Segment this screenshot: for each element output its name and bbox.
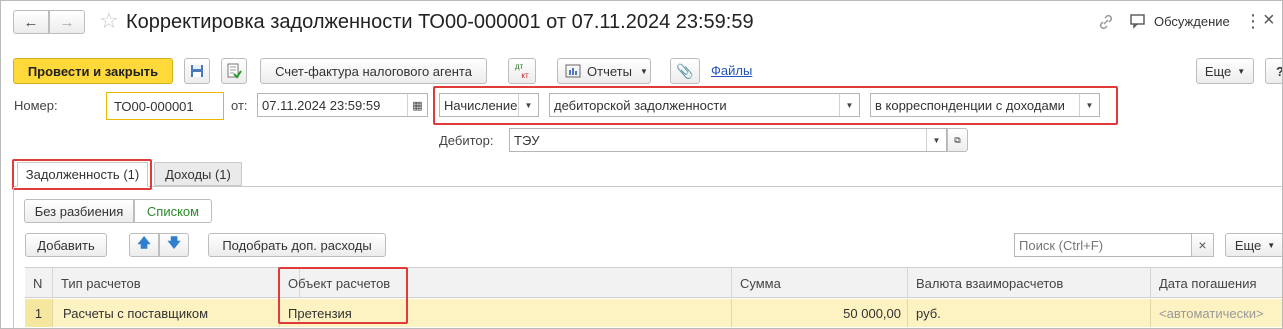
move-down-button[interactable]: 🡇: [159, 233, 189, 257]
close-icon[interactable]: ×: [1263, 9, 1275, 31]
col-payment-date[interactable]: Дата погашения: [1151, 268, 1282, 298]
cell-settlement-type: Расчеты с поставщиком: [53, 299, 280, 327]
cell-sum: 50 000,00: [732, 299, 908, 327]
forward-button[interactable]: →: [49, 10, 85, 34]
arrow-left-icon: ←: [23, 13, 39, 31]
view-list-button[interactable]: Списком: [134, 199, 212, 223]
close-icon: ×: [1198, 237, 1207, 253]
add-row-button[interactable]: Добавить: [25, 233, 107, 257]
post-button[interactable]: [221, 58, 247, 84]
calendar-icon[interactable]: ▦: [407, 94, 427, 116]
highlight-tab: [12, 159, 152, 190]
reports-icon: [565, 64, 581, 78]
clear-search-button[interactable]: ×: [1191, 233, 1214, 257]
dt-kt-button[interactable]: дт кт: [508, 58, 536, 84]
favorite-star-icon[interactable]: ☆: [99, 7, 119, 35]
col-settlement-type[interactable]: Тип расчетов: [53, 268, 300, 298]
pick-extra-costs-button[interactable]: Подобрать доп. расходы: [208, 233, 386, 257]
window-menu-icon[interactable]: ⋮: [1244, 11, 1262, 31]
cell-currency: руб.: [908, 299, 1151, 327]
debtor-field[interactable]: ТЭУ ▼: [509, 128, 947, 152]
tax-agent-invoice-button[interactable]: Счет-фактура налогового агента: [260, 58, 487, 84]
tab-income[interactable]: Доходы (1): [154, 162, 242, 186]
discussion-icon[interactable]: [1129, 13, 1147, 29]
cell-n: 1: [25, 299, 53, 327]
paperclip-icon: 📎: [676, 62, 694, 79]
chevron-down-icon: ▼: [1237, 66, 1246, 76]
highlight-settlement-object: [278, 267, 408, 324]
post-and-close-button[interactable]: Провести и закрыть: [13, 58, 173, 84]
view-no-split-button[interactable]: Без разбиения: [24, 199, 134, 223]
chevron-down-icon: ▼: [639, 66, 648, 76]
help-button[interactable]: ?: [1265, 58, 1282, 84]
link-icon[interactable]: [1096, 12, 1116, 32]
date-field[interactable]: 07.11.2024 23:59:59 ▦: [257, 93, 428, 117]
open-debtor-button[interactable]: ⧉: [947, 128, 968, 152]
col-sum[interactable]: Сумма: [732, 268, 908, 298]
debtor-label: Дебитор:: [439, 133, 494, 148]
date-label: от:: [231, 98, 248, 113]
open-icon: ⧉: [954, 134, 961, 145]
reports-button[interactable]: Отчеты ▼: [557, 58, 651, 84]
col-currency[interactable]: Валюта взаиморасчетов: [908, 268, 1151, 298]
back-button[interactable]: ←: [13, 10, 49, 34]
chevron-down-icon: ▼: [1267, 240, 1276, 250]
chevron-down-icon[interactable]: ▼: [926, 129, 946, 151]
arrow-down-icon: 🡇: [167, 235, 181, 250]
move-up-button[interactable]: 🡅: [129, 233, 159, 257]
table-more-button[interactable]: Еще ▼: [1225, 233, 1282, 257]
table-header: N Тип расчетов Объект расчетов Сумма Вал…: [25, 267, 1282, 298]
highlight-operation: [433, 86, 1118, 125]
window-title: Корректировка задолженности ТО00-000001 …: [126, 11, 754, 33]
post-document-icon: [227, 63, 242, 79]
files-link[interactable]: Файлы: [711, 63, 752, 78]
document-window: ← → ☆ Корректировка задолженности ТО00-0…: [0, 0, 1283, 329]
cell-payment-date: <автоматически>: [1159, 305, 1264, 321]
save-icon: [191, 65, 203, 77]
table-row[interactable]: 1 Расчеты с поставщиком Претензия 50 000…: [25, 299, 1282, 327]
attach-button[interactable]: 📎: [670, 58, 700, 84]
discussion-link[interactable]: Обсуждение: [1154, 14, 1230, 29]
number-label: Номер:: [14, 98, 58, 113]
arrow-up-icon: 🡅: [137, 235, 151, 250]
save-button[interactable]: [184, 58, 210, 84]
number-field[interactable]: ТО00-000001: [106, 92, 224, 120]
col-n[interactable]: N: [25, 268, 53, 298]
search-input[interactable]: [1014, 233, 1192, 257]
more-button[interactable]: Еще ▼: [1196, 58, 1254, 84]
arrow-right-icon: →: [59, 13, 75, 31]
